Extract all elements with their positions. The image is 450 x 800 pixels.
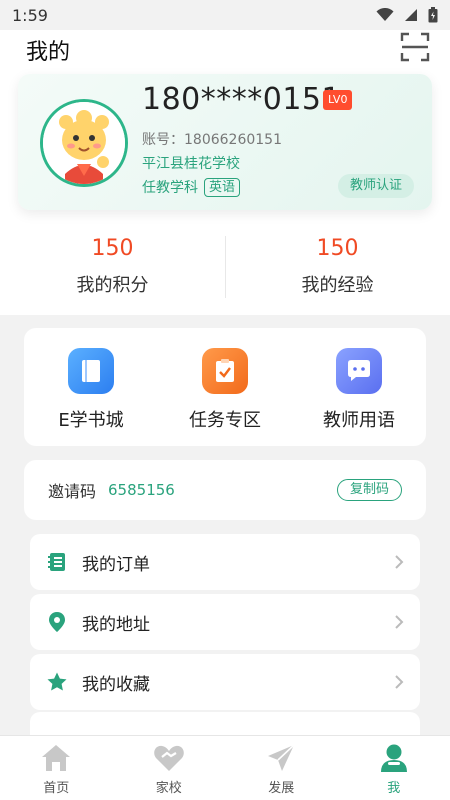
quick-label-phrases: 教师用语 xyxy=(323,410,395,431)
tab-home[interactable]: 首页 xyxy=(0,736,113,800)
tab-me[interactable]: 我 xyxy=(338,736,450,800)
clipboard-check-icon xyxy=(202,348,248,394)
chat-icon xyxy=(336,348,382,394)
list-item-address[interactable]: 我的地址 xyxy=(30,594,420,650)
experience-label: 我的经验 xyxy=(301,275,374,296)
subject-prefix: 任教学科 xyxy=(142,180,198,196)
bottom-tab-bar: 首页 家校 发展 我 xyxy=(0,735,450,800)
quick-label-bookstore: E学书城 xyxy=(58,410,124,431)
paper-plane-icon xyxy=(225,742,338,774)
level-badge: LV0 xyxy=(323,90,353,110)
page-title: 我的 xyxy=(26,40,71,65)
list-label-favorites: 我的收藏 xyxy=(82,674,150,695)
quick-item-bookstore[interactable]: E学书城 xyxy=(24,328,158,446)
quick-menu: E学书城 任务专区 教师用语 xyxy=(24,328,426,446)
list-label-address: 我的地址 xyxy=(82,614,150,635)
list-item-orders[interactable]: 我的订单 xyxy=(30,534,420,590)
top-area: 我的 180****0151 LV0 账号：18066260151 平江县桂花学… xyxy=(0,30,450,315)
tab-me-label: 我 xyxy=(387,781,401,796)
signal-icon xyxy=(405,9,417,21)
list-label-orders: 我的订单 xyxy=(82,554,150,575)
stats-row: 150 我的积分 150 我的经验 xyxy=(0,226,450,306)
star-icon xyxy=(46,671,68,693)
quick-item-phrases[interactable]: 教师用语 xyxy=(292,328,426,446)
status-time: 1:59 xyxy=(12,5,48,25)
location-pin-icon xyxy=(46,611,68,633)
list-item-favorites[interactable]: 我的收藏 xyxy=(30,654,420,710)
invite-code: 6585156 xyxy=(108,481,175,499)
avatar[interactable] xyxy=(40,99,128,187)
chevron-right-icon xyxy=(395,615,404,629)
list-area: 我的订单 我的地址 我的收藏 xyxy=(0,520,450,752)
school-name: 平江县桂花学校 xyxy=(142,156,240,172)
points-value: 150 xyxy=(91,236,134,261)
status-bar: 1:59 xyxy=(0,0,450,30)
notebook-icon xyxy=(46,551,68,573)
tab-home-label: 首页 xyxy=(43,781,70,796)
battery-icon xyxy=(428,7,438,23)
scan-icon[interactable] xyxy=(400,32,430,62)
tab-home-school[interactable]: 家校 xyxy=(113,736,226,800)
handshake-heart-icon xyxy=(113,742,226,774)
subject-line: 任教学科 英语 xyxy=(142,177,241,197)
invite-label: 邀请码 xyxy=(48,482,97,501)
copy-code-button[interactable]: 复制码 xyxy=(336,479,402,501)
account-number: 账号：18066260151 xyxy=(142,132,282,148)
teacher-verify-button[interactable]: 教师认证 xyxy=(337,174,414,198)
stat-points[interactable]: 150 我的积分 xyxy=(0,226,225,306)
invite-card: 邀请码 6585156 复制码 xyxy=(24,460,426,520)
points-label: 我的积分 xyxy=(76,275,149,296)
chevron-right-icon xyxy=(395,555,404,569)
stat-experience[interactable]: 150 我的经验 xyxy=(225,226,450,306)
chevron-right-icon xyxy=(395,675,404,689)
tab-home-school-label: 家校 xyxy=(155,781,182,796)
experience-value: 150 xyxy=(316,236,359,261)
profile-card[interactable]: 180****0151 LV0 账号：18066260151 平江县桂花学校 任… xyxy=(18,74,432,210)
subject-tag: 英语 xyxy=(204,177,241,197)
avatar-cartoon-icon xyxy=(43,102,125,184)
quick-label-tasks: 任务专区 xyxy=(189,410,261,431)
home-icon xyxy=(0,742,113,774)
book-icon xyxy=(68,348,114,394)
user-icon xyxy=(338,742,450,774)
status-icons xyxy=(376,7,438,23)
tab-development-label: 发展 xyxy=(268,781,295,796)
tab-development[interactable]: 发展 xyxy=(225,736,338,800)
phone-number: 180****0151 xyxy=(142,82,342,117)
quick-item-tasks[interactable]: 任务专区 xyxy=(158,328,292,446)
wifi-icon xyxy=(376,8,394,21)
